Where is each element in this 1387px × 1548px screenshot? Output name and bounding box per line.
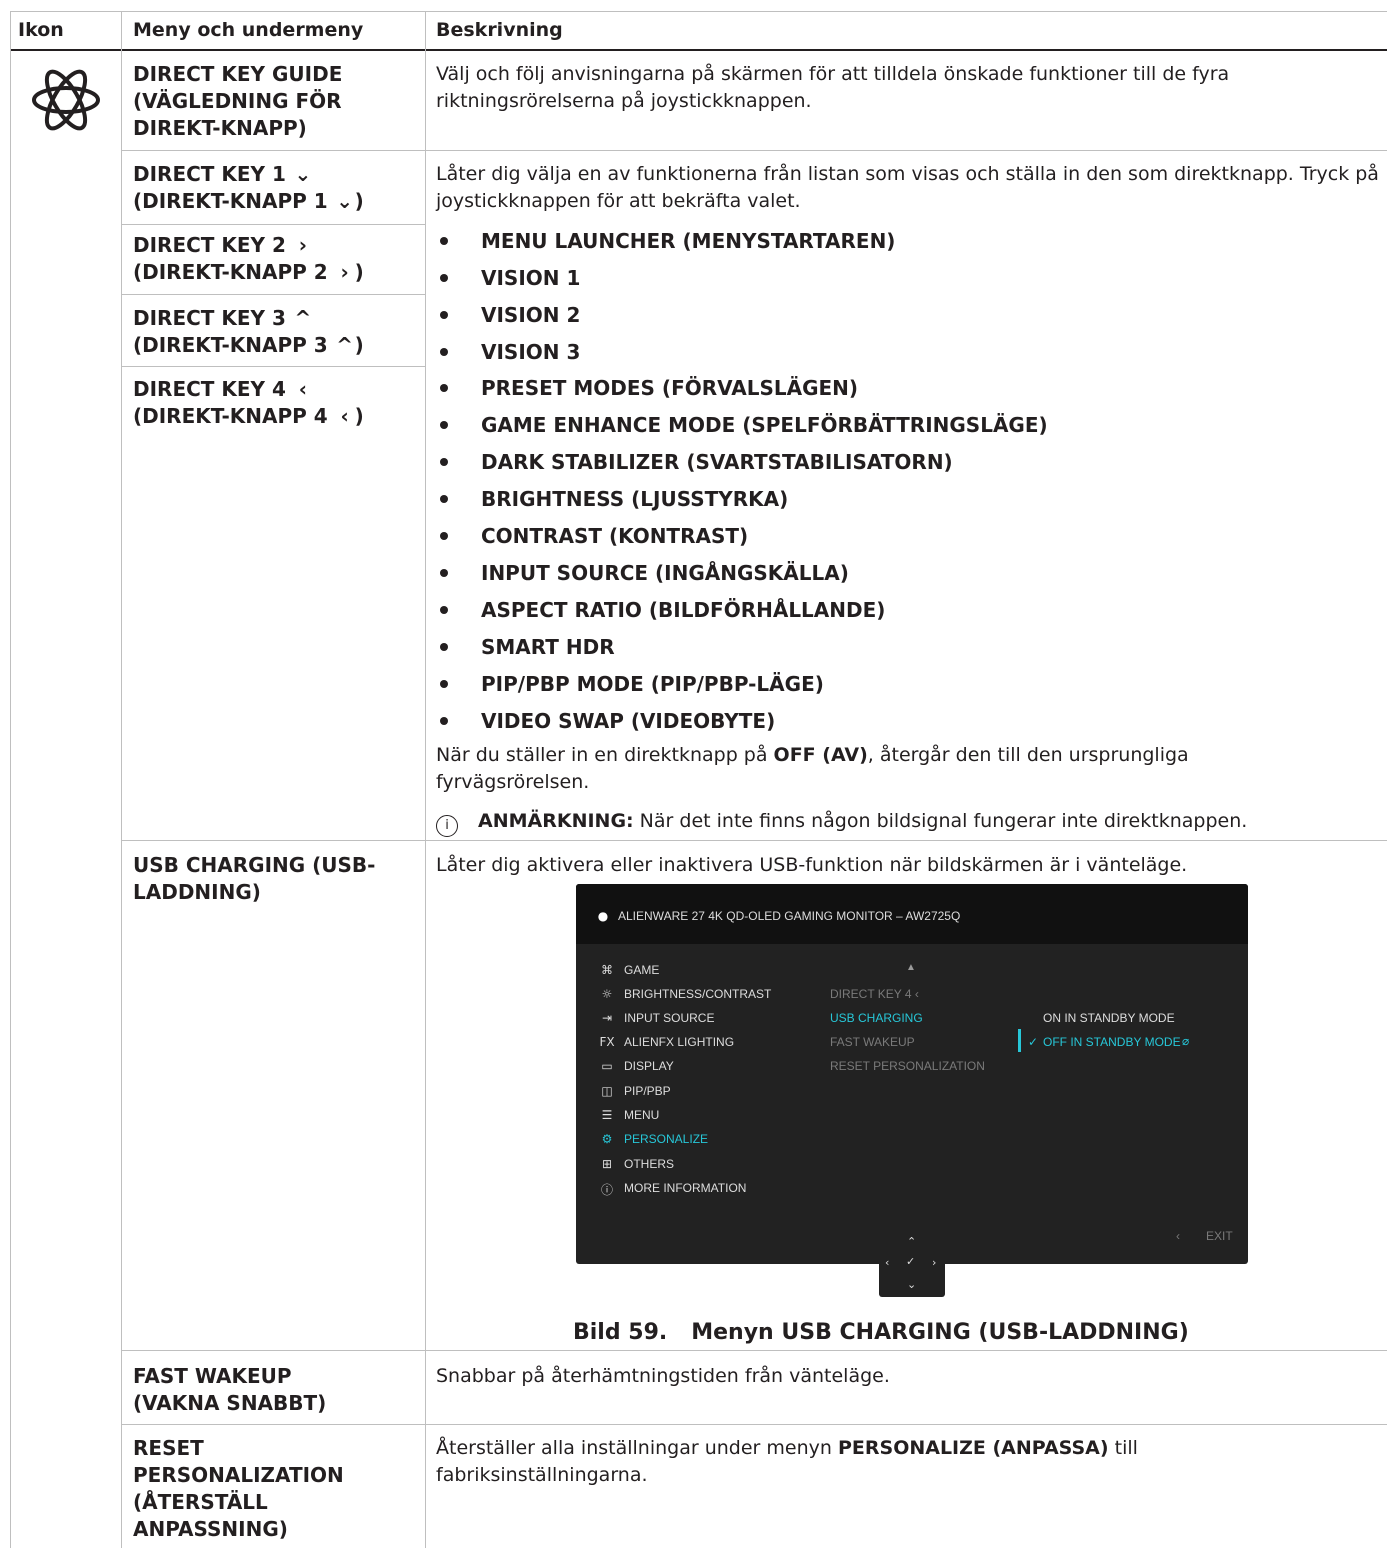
menu-direct-key-3: DIRECT KEY 3 ^ (DIREKT-KNAPP 3 ^) [133, 306, 364, 357]
joystick-left-icon: ‹ [885, 1256, 890, 1269]
osd-title: ALIENWARE 27 4K QD-OLED GAMING MONITOR –… [618, 909, 961, 923]
alien-head-icon: ● [597, 909, 609, 923]
osd-menu-more-info[interactable]: MORE INFORMATION [624, 1181, 746, 1195]
osd-menu-personalize[interactable]: PERSONALIZE [624, 1132, 708, 1146]
osd-exit[interactable]: EXIT [1206, 1229, 1233, 1243]
option-list-item: PIP/PBP MODE (PIP/PBP-LÄGE) [436, 666, 824, 703]
osd-menu-game[interactable]: GAME [624, 963, 659, 977]
menu-direct-key-4: DIRECT KEY 4 ‹ (DIREKT-KNAPP 4 ‹) [133, 377, 364, 428]
header-icon: Ikon [18, 19, 64, 41]
option-list-item: GAME ENHANCE MODE (SPELFÖRBÄTTRINGSLÄGE) [436, 407, 1048, 444]
gamepad-icon: ⌘ [601, 963, 613, 977]
menu-icon: ☰ [601, 1108, 613, 1122]
option-list-item: ASPECT RATIO (BILDFÖRHÅLLANDE) [436, 592, 885, 629]
option-list-item: CONTRAST (KONTRAST) [436, 518, 748, 555]
header-description: Beskrivning [436, 19, 563, 41]
table-top-border [10, 11, 1387, 12]
osd-sub-usb-charging[interactable]: USB CHARGING [830, 1011, 923, 1025]
row-separator [121, 224, 425, 225]
osd-up-arrow-icon: ▲ [906, 962, 916, 973]
menu-usb-charging: USB CHARGING (USB-LADDNING) [133, 853, 376, 904]
menu-direct-key-1: DIRECT KEY 1 ⌄ (DIREKT-KNAPP 1 ⌄) [133, 162, 364, 213]
col-divider-2 [425, 11, 426, 1548]
option-list-item: DARK STABILIZER (SVARTSTABILISATORN) [436, 444, 953, 481]
joystick-right-icon: › [932, 1256, 937, 1269]
info-icon: i [436, 815, 458, 837]
desc-direct-key-guide: Välj och följ anvisningarna på skärmen f… [436, 63, 1230, 112]
header-underline [10, 49, 1387, 51]
osd-menu-input[interactable]: INPUT SOURCE [624, 1011, 714, 1025]
osd-back-icon: ‹ [1176, 1229, 1180, 1243]
osd-screenshot: ● ALIENWARE 27 4K QD-OLED GAMING MONITOR… [576, 884, 1248, 1264]
joystick-ok-icon: ✓ [906, 1255, 916, 1268]
option-list-item: PRESET MODES (FÖRVALSLÄGEN) [436, 370, 858, 407]
row-separator [121, 840, 1387, 841]
joystick-up-icon: ⌃ [907, 1235, 917, 1248]
osd-sub-fast-wakeup[interactable]: FAST WAKEUP [830, 1035, 915, 1049]
osd-option-on-standby[interactable]: ON IN STANDBY MODE [1043, 1011, 1175, 1025]
option-list-item: INPUT SOURCE (INGÅNGSKÄLLA) [436, 555, 849, 592]
header-menu: Meny och undermeny [133, 19, 364, 41]
osd-option-off-standby[interactable]: OFF IN STANDBY MODE [1043, 1035, 1181, 1049]
menu-fast-wakeup: FAST WAKEUP (VAKNA SNABBT) [133, 1364, 327, 1415]
fx-icon: FX [599, 1035, 615, 1049]
display-icon: ▭ [601, 1059, 613, 1073]
joystick-down-icon: ⌄ [907, 1278, 917, 1291]
pip-icon: ◫ [601, 1084, 613, 1098]
osd-menu-alienfx[interactable]: ALIENFX LIGHTING [624, 1035, 734, 1049]
row-separator [121, 366, 425, 367]
desc-usb-charging: Låter dig aktivera eller inaktivera USB-… [436, 854, 1188, 876]
osd-menu-pip[interactable]: PIP/PBP [624, 1084, 671, 1098]
option-list-item: VIDEO SWAP (VIDEOBYTE) [436, 703, 775, 740]
row-separator [121, 294, 425, 295]
menu-direct-key-guide: DIRECT KEY GUIDE (VÄGLEDNING FÖR DIREKT-… [133, 62, 343, 140]
desc-off-behaviour: När du ställer in en direktknapp på OFF … [436, 744, 1189, 793]
option-list-item: BRIGHTNESS (LJUSSTYRKA) [436, 481, 788, 518]
osd-menu-menu[interactable]: MENU [624, 1108, 659, 1122]
eco-leaf-icon: ⌀ [1182, 1034, 1190, 1048]
joystick-guide: ⌃ ‹ ✓ › ⌄ [879, 1232, 945, 1297]
personalize-icon: ⚙ [601, 1132, 613, 1146]
brightness-icon: ☼ [601, 987, 613, 1001]
row-separator [121, 1424, 1387, 1425]
osd-menu-others[interactable]: OTHERS [624, 1157, 674, 1171]
others-icon: ⊞ [601, 1157, 613, 1171]
osd-sub-reset[interactable]: RESET PERSONALIZATION [830, 1059, 985, 1073]
col-divider-1 [121, 11, 122, 1548]
option-list-item: VISION 1 [436, 260, 580, 297]
option-list-item: VISION 2 [436, 297, 580, 334]
info-icon: ⓘ [600, 1183, 613, 1197]
osd-sub-direct-key-4[interactable]: DIRECT KEY 4 ‹ [830, 987, 919, 1001]
input-icon: ⇥ [601, 1011, 613, 1025]
check-icon: ✓ [1028, 1035, 1039, 1049]
row-separator [121, 150, 1387, 151]
osd-menu-display[interactable]: DISPLAY [624, 1059, 674, 1073]
osd-menu-brightness[interactable]: BRIGHTNESS/CONTRAST [624, 987, 771, 1001]
note-line: i ANMÄRKNING: När det inte finns någon bi… [436, 808, 1247, 837]
menu-direct-key-2: DIRECT KEY 2 › (DIREKT-KNAPP 2 ›) [133, 233, 364, 284]
osd-selection-bar [1018, 1029, 1021, 1052]
desc-reset-personalization: Återställer alla inställningar under men… [436, 1437, 1138, 1486]
figure-caption: Bild 59. Menyn USB CHARGING (USB-LADDNING… [573, 1320, 1189, 1345]
desc-fast-wakeup: Snabbar på återhämtningstiden från vänte… [436, 1365, 890, 1387]
option-list-item: MENU LAUNCHER (MENYSTARTAREN) [436, 223, 895, 260]
desc-direct-key-intro: Låter dig välja en av funktionerna från … [436, 163, 1379, 212]
option-list-item: SMART HDR [436, 629, 615, 666]
option-list-item: VISION 3 [436, 334, 580, 371]
table-left-border [10, 11, 11, 1548]
row-separator [121, 1350, 1387, 1351]
menu-reset-personalization: RESET PERSONALIZATION (ÅTERSTÄLL ANPASSN… [133, 1436, 344, 1541]
personalize-icon [32, 69, 100, 131]
